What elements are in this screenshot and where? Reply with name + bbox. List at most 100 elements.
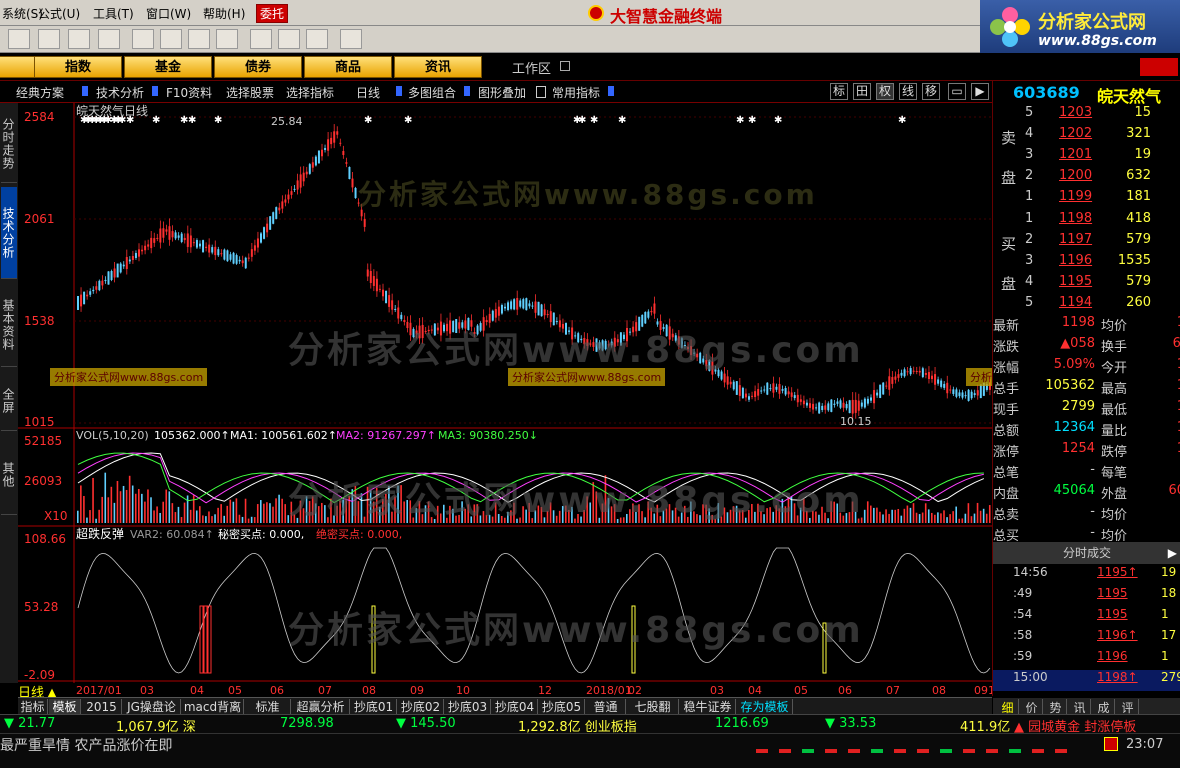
expand-arrow-icon[interactable]: ▶ bbox=[1168, 542, 1177, 564]
people-icon[interactable] bbox=[98, 29, 120, 49]
dropdown-icon[interactable] bbox=[608, 86, 614, 96]
window-restore-icon[interactable] bbox=[1140, 58, 1178, 76]
template-tab[interactable]: 普通 bbox=[586, 699, 626, 715]
subbar-overlay[interactable]: 图形叠加 bbox=[478, 84, 526, 101]
nav-news-button[interactable]: 资讯 bbox=[394, 56, 482, 78]
template-tab[interactable]: 标准 bbox=[245, 699, 291, 715]
template-tab[interactable]: 抄底03 bbox=[445, 699, 491, 715]
nav-bond-button[interactable]: 债券 bbox=[214, 56, 302, 78]
tab-tech-analysis[interactable]: 技术分析 bbox=[1, 187, 17, 279]
diamond-icon[interactable] bbox=[160, 29, 182, 49]
subbar-select-stock[interactable]: 选择股票 bbox=[226, 84, 274, 101]
dropdown-icon[interactable] bbox=[82, 86, 88, 96]
subbar-classic-scheme[interactable]: 经典方案 bbox=[16, 84, 64, 101]
subbar-select-indicator[interactable]: 选择指标 bbox=[286, 84, 334, 101]
print-icon[interactable] bbox=[250, 29, 272, 49]
template-tab[interactable]: 抄底02 bbox=[398, 699, 444, 715]
sell-price[interactable]: 1200 bbox=[1059, 168, 1092, 183]
sell-price[interactable]: 1199 bbox=[1059, 189, 1092, 204]
tab-basic-info[interactable]: 基本资料 bbox=[1, 283, 17, 367]
template-tab[interactable]: 模板 bbox=[49, 699, 81, 715]
sell-price[interactable]: 1203 bbox=[1059, 105, 1092, 120]
nav-left-button[interactable] bbox=[0, 56, 38, 78]
buy-row[interactable]: 3 1196 1535 bbox=[993, 253, 1180, 274]
template-tab[interactable]: 2015 bbox=[82, 699, 122, 715]
buy-row[interactable]: 2 1197 579 bbox=[993, 232, 1180, 253]
buy-row[interactable]: 5 1194 260 bbox=[993, 295, 1180, 316]
template-tab[interactable]: 抄底05 bbox=[539, 699, 585, 715]
template-tab[interactable]: macd背离 bbox=[182, 699, 244, 715]
index-ticker-item[interactable]: 1216.69 bbox=[715, 716, 769, 731]
template-tab[interactable]: 超赢分析 bbox=[292, 699, 350, 715]
sell-price[interactable]: 1202 bbox=[1059, 126, 1092, 141]
quote-icon[interactable] bbox=[8, 29, 30, 49]
index-ticker-item[interactable]: ▼ 33.53 bbox=[825, 716, 876, 731]
index-ticker-item[interactable]: ▼ 21.77 bbox=[4, 716, 55, 731]
sell-row[interactable]: 1 1199 181 bbox=[993, 189, 1180, 210]
dropdown-icon[interactable] bbox=[464, 86, 470, 96]
nav-fund-button[interactable]: 基金 bbox=[124, 56, 212, 78]
dropdown-icon[interactable] bbox=[152, 86, 158, 96]
menu-system[interactable]: 系统(S) bbox=[2, 5, 43, 22]
tab-fullscreen[interactable]: 全屏 bbox=[1, 371, 17, 431]
menu-help[interactable]: 帮助(H) bbox=[203, 5, 245, 22]
index-ticker-item[interactable]: ▼ 145.50 bbox=[396, 716, 456, 731]
chart-icon[interactable] bbox=[1104, 737, 1118, 751]
lock-icon[interactable] bbox=[536, 86, 546, 98]
buy-price[interactable]: 1195 bbox=[1059, 274, 1092, 289]
subbar-tech-analysis[interactable]: 技术分析 bbox=[96, 84, 144, 101]
line-button[interactable]: 线 bbox=[899, 83, 917, 100]
menu-entrust[interactable]: 委托 bbox=[256, 4, 289, 23]
sell-price[interactable]: 1201 bbox=[1059, 147, 1092, 162]
sell-row[interactable]: 5 1203 15 bbox=[993, 105, 1180, 126]
books-icon[interactable] bbox=[306, 29, 328, 49]
news-ticker[interactable]: 最严重旱情 农产品涨价在即 bbox=[0, 735, 172, 755]
mark-button[interactable]: 标 bbox=[830, 83, 848, 100]
tab-intraday[interactable]: 分时走势 bbox=[1, 105, 17, 183]
move-button[interactable]: 移 bbox=[922, 83, 940, 100]
template-tab[interactable]: 指标 bbox=[18, 699, 48, 715]
red-circle-icon[interactable] bbox=[188, 29, 210, 49]
menu-window[interactable]: 窗口(W) bbox=[146, 5, 191, 22]
subbar-multi-chart[interactable]: 多图组合 bbox=[408, 84, 456, 101]
nav-commodity-button[interactable]: 商品 bbox=[304, 56, 392, 78]
template-tab[interactable]: 存为模板 bbox=[737, 699, 793, 715]
binocular-icon[interactable] bbox=[68, 29, 90, 49]
buy-price[interactable]: 1194 bbox=[1059, 295, 1092, 310]
sell-row[interactable]: 2 1200 632 bbox=[993, 168, 1180, 189]
flag-icon[interactable] bbox=[132, 29, 154, 49]
sell-row[interactable]: 3 1201 19 bbox=[993, 147, 1180, 168]
menu-tools[interactable]: 工具(T) bbox=[93, 5, 134, 22]
template-tab[interactable]: 抄底04 bbox=[492, 699, 538, 715]
buy-row[interactable]: 4 1195 579 bbox=[993, 274, 1180, 295]
chart-area[interactable]: ✱ ✱ ✱ ✱ ✱ ✱ ✱ ✱ ✱ ✱ ✱ ✱ ✱ ✱ ✱ ✱ ✱ ✱ ✱ ✱ ✱ ✱ ✱ ✱ ✱ 皖天然气日线 2584 20… bbox=[18, 103, 992, 697]
tab-other[interactable]: 其他 bbox=[1, 435, 17, 515]
grid-icon[interactable] bbox=[38, 29, 60, 49]
template-tab[interactable]: JG操盘论 bbox=[123, 699, 181, 715]
buy-price[interactable]: 1196 bbox=[1059, 253, 1092, 268]
subbar-daily[interactable]: 日线 bbox=[356, 84, 380, 101]
subbar-f10[interactable]: F10资料 bbox=[166, 84, 212, 101]
index-ticker-item[interactable]: 7298.98 bbox=[280, 716, 334, 731]
window-button[interactable]: ▭ bbox=[948, 83, 966, 100]
template-tab[interactable]: 稳牛证券 bbox=[680, 699, 736, 715]
play-button[interactable]: ▶ bbox=[971, 83, 989, 100]
nav-index-button[interactable]: 指数 bbox=[34, 56, 122, 78]
buy-price[interactable]: 1198 bbox=[1059, 211, 1092, 226]
workarea-label[interactable]: 工作区 bbox=[512, 58, 551, 77]
help-pointer-icon[interactable] bbox=[340, 29, 362, 49]
dropdown-icon[interactable] bbox=[396, 86, 402, 96]
rights-button[interactable]: 权 bbox=[876, 83, 894, 100]
menu-formula[interactable]: 公式(U) bbox=[38, 5, 80, 22]
buy-price[interactable]: 1197 bbox=[1059, 232, 1092, 247]
trades-header[interactable]: 分时成交 ▶ bbox=[993, 542, 1180, 564]
sell-row[interactable]: 4 1202 321 bbox=[993, 126, 1180, 147]
workarea-dropdown-icon[interactable] bbox=[560, 61, 570, 71]
subbar-common-indicator[interactable]: 常用指标 bbox=[552, 84, 600, 101]
crosshair-button[interactable]: 田 bbox=[853, 83, 871, 100]
period-indicator[interactable]: 日线 ▲ bbox=[18, 682, 98, 701]
window-icon[interactable] bbox=[278, 29, 300, 49]
buy-row[interactable]: 1 1198 418 bbox=[993, 211, 1180, 232]
template-tab[interactable]: 抄底01 bbox=[351, 699, 397, 715]
template-tab[interactable]: 七股翻 bbox=[627, 699, 679, 715]
